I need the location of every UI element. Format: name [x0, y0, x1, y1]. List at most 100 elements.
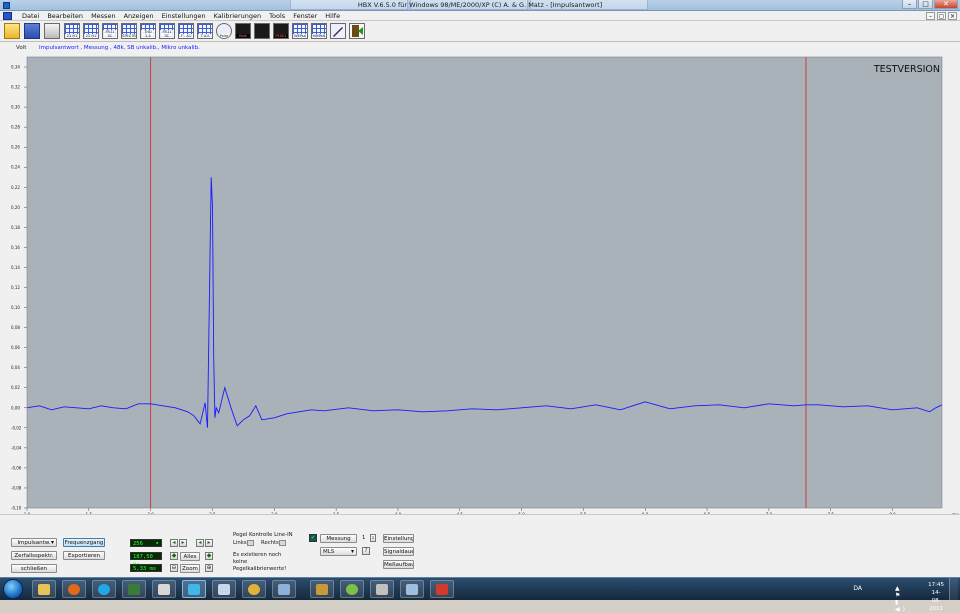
toolbar-polar-icon[interactable]: Polar — [216, 23, 232, 39]
toolbar-bars-icon[interactable] — [254, 23, 270, 39]
y-tick-label: -0,04 — [11, 445, 22, 450]
links-checkbox[interactable] — [247, 540, 254, 546]
menu-datei[interactable]: Datei — [22, 11, 39, 21]
clock[interactable]: 17:45 14-08-2011 — [928, 581, 944, 613]
mdi-minimize-button[interactable]: – — [926, 12, 935, 20]
marker-a-icon[interactable]: ◆ — [170, 552, 178, 560]
einstellung-button[interactable]: Einstellung — [383, 534, 414, 543]
y-tick-label: 0,18 — [11, 225, 20, 230]
messaufbau-button[interactable]: Meßaufbau — [383, 560, 414, 569]
impulse-response-chart[interactable]: 0,34 0,32 0,30 0,28 0,26 0,24 0,22 0,20 0,18 0,16… — [0, 56, 960, 514]
mdi-restore-button[interactable]: ◻ — [937, 12, 946, 20]
toolbar-wepsa-icon[interactable]: WEPsa — [292, 23, 308, 39]
taskbar-media-player-icon[interactable] — [62, 580, 86, 598]
signal-type-select[interactable]: MLS — [320, 547, 357, 556]
step-left-icon[interactable]: ◂ — [170, 539, 178, 547]
zoom-button[interactable]: Zoom — [180, 564, 200, 573]
toolbar-probe-icon[interactable] — [330, 23, 346, 39]
frequency-readout: 187,50 Hz — [130, 552, 162, 568]
toolbar-h1-icon[interactable]: 21 H1 — [64, 23, 80, 39]
taskbar-paint-icon[interactable] — [400, 580, 424, 598]
zoom-out-icon[interactable]: ⊖ — [170, 564, 178, 572]
toolbar-fr2-icon[interactable]: FR11 SL — [159, 23, 175, 39]
samples-select[interactable]: 256 — [130, 539, 162, 548]
y-unit-label: Volt — [16, 45, 27, 51]
exportieren-button[interactable]: Exportieren — [63, 551, 105, 560]
taskbar-app4-icon[interactable] — [122, 580, 146, 598]
menu-tools[interactable]: Tools — [269, 11, 285, 21]
rechts-label: Rechts — [261, 540, 279, 546]
y-tick-label: 0,12 — [11, 285, 20, 290]
minimize-button[interactable]: – — [902, 0, 917, 9]
toolbar-hmpsn-icon[interactable]: HMPsN — [311, 23, 327, 39]
exit-door-icon[interactable] — [349, 23, 365, 39]
taskbar-app7-icon[interactable] — [212, 580, 236, 598]
menu-bar: Datei Bearbeiten Messen Anzeigen Einstellung… — [0, 11, 960, 21]
menu-einstellungen[interactable]: Einstellungen — [162, 11, 206, 21]
taskbar-explorer-icon[interactable] — [32, 580, 56, 598]
step-left-2-icon[interactable]: ◂ — [196, 539, 204, 547]
messung-button[interactable]: Messung — [320, 534, 357, 543]
no-calibration-line1: Es existieren noch — [233, 552, 282, 558]
toolbar-pegel-icon[interactable]: PEGEL — [273, 23, 289, 39]
taskbar-chrome-icon[interactable] — [242, 580, 266, 598]
menu-bearbeiten[interactable]: Bearbeiten — [47, 11, 83, 21]
toolbar-ts-icon[interactable]: T A-S — [197, 23, 213, 39]
step-right-2-icon[interactable]: ▸ — [205, 539, 213, 547]
taskbar-app14-icon[interactable] — [430, 580, 454, 598]
count-spinner-icon[interactable]: ⇕ — [370, 534, 376, 542]
printer-icon[interactable] — [44, 23, 60, 39]
close-button[interactable]: ✕ — [934, 0, 958, 9]
open-folder-icon[interactable] — [4, 23, 20, 39]
no-calibration-line3: Pegelkalibrierwerte! — [233, 566, 287, 572]
toolbar-spectrum-icon[interactable]: SPECTR — [121, 23, 137, 39]
y-tick-label: 0,02 — [11, 385, 20, 390]
taskbar-app10-icon[interactable] — [310, 580, 334, 598]
view-type-select[interactable]: Impulsantw. — [11, 538, 57, 547]
status-led-icon: ✓ — [309, 534, 317, 542]
toolbar-fa-icon[interactable]: F - A1 — [178, 23, 194, 39]
y-tick-label: 0,06 — [11, 345, 20, 350]
links-label: Links — [233, 540, 247, 546]
step-right-icon[interactable]: ▸ — [179, 539, 187, 547]
y-tick-label: 0,04 — [11, 365, 20, 370]
y-tick-label: -0,06 — [11, 465, 22, 470]
frequenzgang-button[interactable]: Frequenzgang — [63, 538, 105, 547]
y-tick-label: 0,30 — [11, 105, 20, 110]
schliessen-button[interactable]: schließen — [11, 564, 57, 573]
toolbar-h1b-icon[interactable]: 21 H1 — [83, 23, 99, 39]
rechts-checkbox[interactable] — [279, 540, 286, 546]
help-button[interactable]: ? — [362, 547, 370, 555]
y-tick-label: 0,22 — [11, 185, 20, 190]
show-desktop-button[interactable] — [949, 578, 958, 601]
toolbar-thd-icon[interactable]: THD 1,4 — [140, 23, 156, 39]
taskbar-app9-icon[interactable] — [272, 580, 296, 598]
taskbar-app5-icon[interactable] — [152, 580, 176, 598]
taskbar-app11-icon[interactable] — [340, 580, 364, 598]
menu-anzeigen[interactable]: Anzeigen — [124, 11, 154, 21]
zerfallsspektrum-button[interactable]: Zerfallsspektr. — [11, 551, 57, 560]
language-indicator[interactable]: DA — [853, 585, 862, 592]
taskbar-app12-icon[interactable] — [370, 580, 394, 598]
alles-button[interactable]: Alles — [180, 552, 200, 561]
y-tick-label: 0,10 — [11, 305, 20, 310]
toolbar-fr-icon[interactable]: FR11 SL — [102, 23, 118, 39]
title-bar[interactable]: HBX V.6.5.0 für Windows 98/ME/2000/XP (C… — [0, 0, 960, 11]
start-button-icon[interactable] — [3, 579, 23, 599]
signaldauer-button[interactable]: Signaldauer — [383, 547, 414, 556]
maximize-button[interactable]: □ — [918, 0, 933, 9]
menu-fenster[interactable]: Fenster — [293, 11, 317, 21]
zoom-in-icon[interactable]: ⊕ — [205, 564, 213, 572]
marker-b-icon[interactable]: ◆ — [205, 552, 213, 560]
toolbar-balk-icon[interactable]: Balk — [235, 23, 251, 39]
menu-messen[interactable]: Messen — [91, 11, 116, 21]
taskbar-skype-icon[interactable] — [92, 580, 116, 598]
mdi-document-icon[interactable] — [3, 12, 12, 20]
plot-area[interactable] — [27, 57, 942, 508]
tray-icons[interactable]: ▲ ⚑ ▮ ◀) — [895, 585, 908, 613]
menu-hilfe[interactable]: Hilfe — [325, 11, 340, 21]
taskbar-hbx-icon[interactable] — [182, 580, 206, 598]
mdi-close-button[interactable]: × — [948, 12, 957, 20]
save-disk-icon[interactable] — [24, 23, 40, 39]
menu-kalibrierungen[interactable]: Kalibrierungen — [214, 11, 262, 21]
